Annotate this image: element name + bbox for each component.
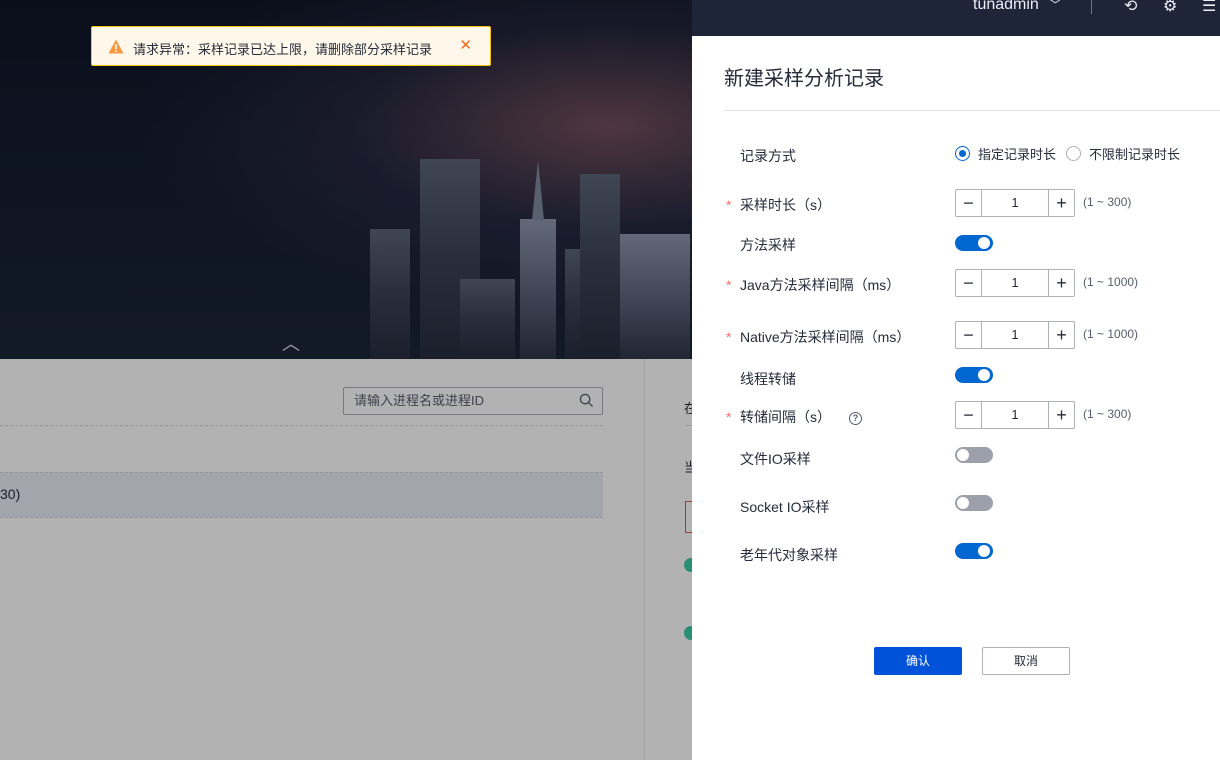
username: tunadmin bbox=[973, 0, 1039, 13]
minus-button[interactable]: − bbox=[956, 190, 982, 216]
field-label: 采样时长（s） bbox=[740, 197, 831, 213]
required-mark: * bbox=[726, 277, 732, 293]
stepper-value[interactable]: 1 bbox=[982, 190, 1048, 216]
java-interval-stepper[interactable]: − 1 + bbox=[955, 269, 1075, 297]
method-sampling-toggle[interactable] bbox=[955, 235, 993, 251]
field-label: 老年代对象采样 bbox=[740, 547, 838, 563]
dump-interval-stepper[interactable]: − 1 + bbox=[955, 401, 1075, 429]
record-mode-radio-group: 指定记录时长 不限制记录时长 bbox=[955, 144, 1190, 163]
plus-button[interactable]: + bbox=[1048, 270, 1074, 296]
required-mark: * bbox=[726, 409, 732, 425]
stepper-value[interactable]: 1 bbox=[982, 270, 1048, 296]
radio-label: 不限制记录时长 bbox=[1089, 147, 1181, 162]
help-icon[interactable]: ? bbox=[849, 412, 862, 425]
toast-message: 请求异常：采样记录已达上限，请删除部分采样记录 bbox=[133, 42, 433, 57]
stepper-value[interactable]: 1 bbox=[982, 322, 1048, 348]
toggle-knob bbox=[957, 497, 969, 509]
minus-button[interactable]: − bbox=[956, 402, 982, 428]
radio-label: 指定记录时长 bbox=[978, 147, 1057, 162]
old-gen-toggle[interactable] bbox=[955, 543, 993, 559]
field-label: Java方法采样间隔（ms） bbox=[740, 277, 901, 293]
field-label: 线程转储 bbox=[740, 371, 796, 387]
logout-icon[interactable]: ⟲ bbox=[1124, 0, 1137, 16]
minus-button[interactable]: − bbox=[956, 270, 982, 296]
divider bbox=[724, 110, 1220, 111]
toggle-knob bbox=[978, 369, 990, 381]
sample-duration-stepper[interactable]: − 1 + bbox=[955, 189, 1075, 217]
plus-button[interactable]: + bbox=[1048, 322, 1074, 348]
field-label-wrap: 转储间隔（s）? bbox=[740, 407, 862, 427]
required-mark: * bbox=[726, 329, 732, 345]
topbar-right bbox=[692, 0, 1220, 36]
toggle-knob bbox=[957, 449, 969, 461]
plus-button[interactable]: + bbox=[1048, 402, 1074, 428]
field-label: Native方法采样间隔（ms） bbox=[740, 329, 911, 345]
minus-button[interactable]: − bbox=[956, 322, 982, 348]
plus-button[interactable]: + bbox=[1048, 190, 1074, 216]
file-io-toggle[interactable] bbox=[955, 447, 993, 463]
topbar-divider bbox=[1091, 0, 1092, 14]
radio-specified-duration[interactable] bbox=[955, 146, 970, 161]
range-hint: (1 ~ 300) bbox=[1083, 195, 1132, 209]
radio-unlimited-duration[interactable] bbox=[1066, 146, 1082, 161]
field-label: 方法采样 bbox=[740, 237, 796, 253]
chevron-down-icon: ﹀ bbox=[1049, 0, 1062, 12]
socket-io-toggle[interactable] bbox=[955, 495, 993, 511]
close-icon[interactable]: ✕ bbox=[459, 38, 472, 54]
confirm-button[interactable]: 确认 bbox=[874, 647, 962, 675]
field-label: Socket IO采样 bbox=[740, 499, 830, 515]
range-hint: (1 ~ 1000) bbox=[1083, 275, 1139, 289]
field-label: 文件IO采样 bbox=[740, 451, 811, 467]
toggle-knob bbox=[978, 237, 990, 249]
cancel-button[interactable]: 取消 bbox=[982, 647, 1070, 675]
menu-icon[interactable]: ☰ bbox=[1202, 0, 1216, 16]
toggle-knob bbox=[978, 545, 990, 557]
drawer-title: 新建采样分析记录 bbox=[724, 68, 884, 90]
field-label: 转储间隔（s） bbox=[740, 409, 831, 425]
user-menu[interactable]: tunadmin ﹀ bbox=[973, 0, 1061, 14]
warning-toast: 请求异常：采样记录已达上限，请删除部分采样记录 ✕ bbox=[91, 26, 491, 66]
field-label: 记录方式 bbox=[740, 148, 796, 164]
warning-icon bbox=[108, 39, 124, 54]
native-interval-stepper[interactable]: − 1 + bbox=[955, 321, 1075, 349]
gear-icon[interactable]: ⚙ bbox=[1163, 0, 1177, 16]
new-sampling-drawer: 新建采样分析记录 记录方式 指定记录时长 不限制记录时长 * 采样时长（s） −… bbox=[692, 36, 1220, 760]
stepper-value[interactable]: 1 bbox=[982, 402, 1048, 428]
required-mark: * bbox=[726, 197, 732, 213]
range-hint: (1 ~ 300) bbox=[1083, 407, 1132, 421]
thread-dump-toggle[interactable] bbox=[955, 367, 993, 383]
range-hint: (1 ~ 1000) bbox=[1083, 327, 1139, 341]
modal-mask[interactable] bbox=[0, 0, 692, 760]
